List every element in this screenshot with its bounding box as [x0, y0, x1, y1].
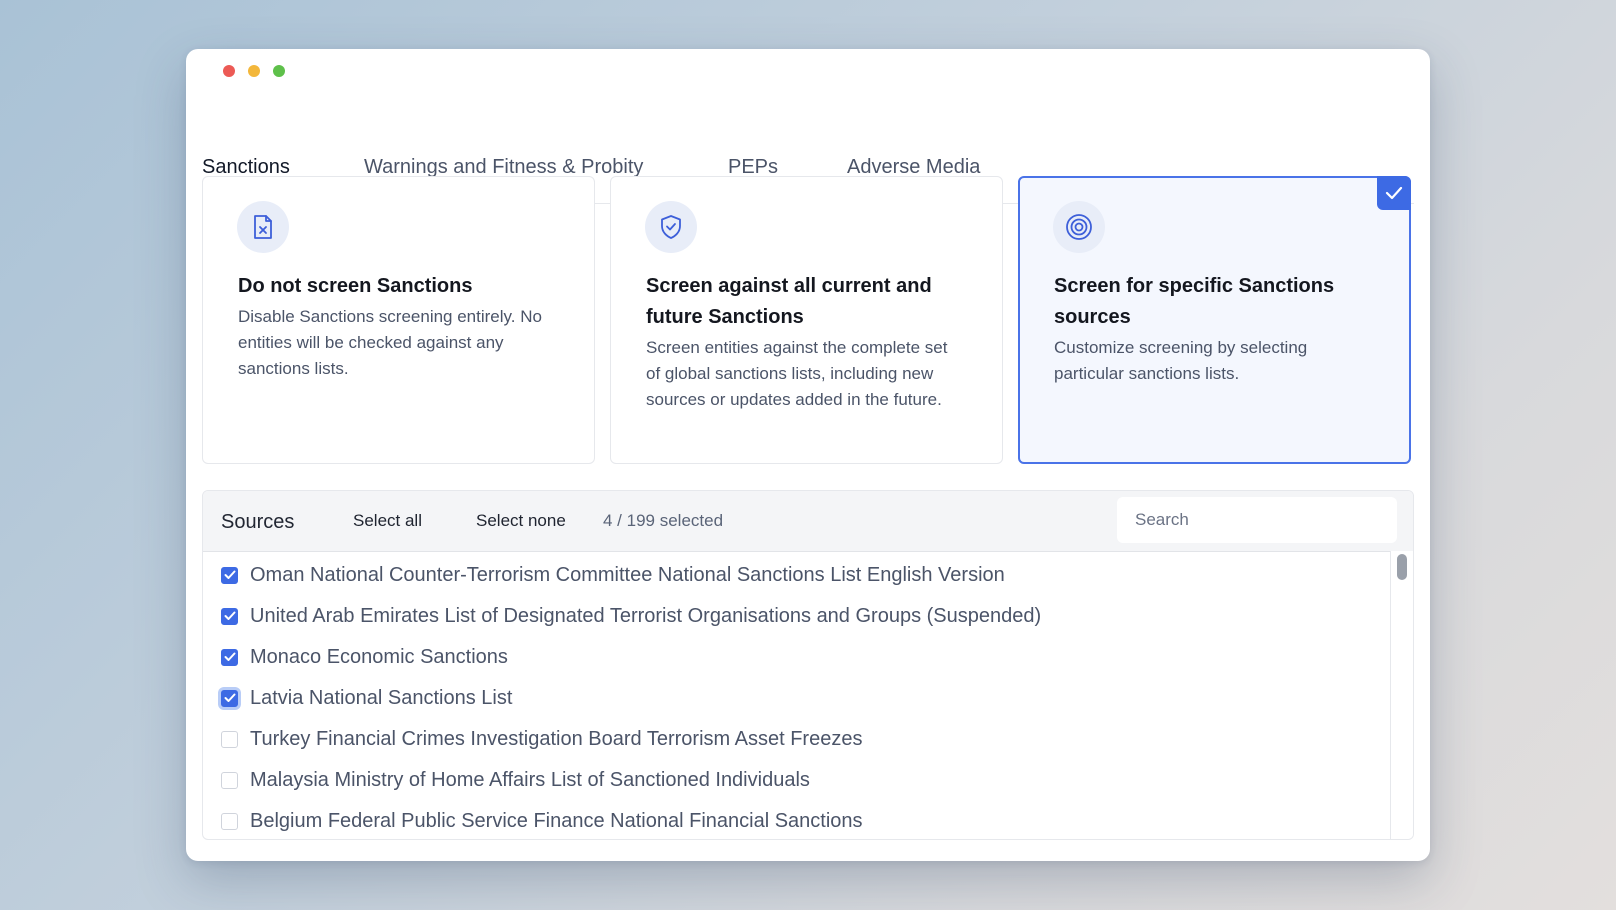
option-description: Screen entities against the complete set…: [646, 338, 948, 409]
list-item[interactable]: Malaysia Ministry of Home Affairs List o…: [221, 765, 810, 795]
selected-check-icon: [1377, 176, 1411, 210]
checkbox-unchecked[interactable]: [221, 812, 238, 830]
search-input[interactable]: [1117, 497, 1397, 543]
checkbox-unchecked[interactable]: [221, 771, 238, 789]
minimize-window-button[interactable]: [248, 65, 260, 77]
list-item[interactable]: Turkey Financial Crimes Investigation Bo…: [221, 724, 862, 754]
source-label: Monaco Economic Sanctions: [250, 645, 508, 668]
app-window: Sanctions Warnings and Fitness & Probity…: [186, 49, 1430, 861]
list-item[interactable]: United Arab Emirates List of Designated …: [221, 601, 1041, 631]
source-label: Malaysia Ministry of Home Affairs List o…: [250, 768, 810, 791]
source-label: Oman National Counter-Terrorism Committe…: [250, 563, 1005, 586]
option-card-do-not-screen[interactable]: Do not screen Sanctions Disable Sanction…: [202, 176, 595, 464]
window-controls: [223, 65, 285, 77]
close-window-button[interactable]: [223, 65, 235, 77]
option-card-screen-all[interactable]: Screen against all current and future Sa…: [610, 176, 1003, 464]
sources-panel: Sources Select all Select none 4 / 199 s…: [202, 490, 1414, 840]
sources-title: Sources: [221, 511, 295, 533]
option-title: Do not screen Sanctions Disable Sanction…: [238, 271, 558, 382]
source-label: Belgium Federal Public Service Finance N…: [250, 809, 863, 832]
checkbox-checked[interactable]: [221, 689, 238, 707]
maximize-window-button[interactable]: [273, 65, 285, 77]
option-title: Screen for specific Sanctions sources Cu…: [1054, 271, 1374, 387]
scrollbar-thumb[interactable]: [1397, 554, 1407, 580]
list-item[interactable]: Latvia National Sanctions List: [221, 683, 512, 713]
source-label: United Arab Emirates List of Designated …: [250, 604, 1042, 627]
shield-check-icon: [645, 201, 697, 253]
list-item[interactable]: Monaco Economic Sanctions: [221, 642, 508, 672]
select-none-button[interactable]: Select none: [476, 511, 566, 531]
sources-toolbar: Sources Select all Select none 4 / 199 s…: [203, 491, 1413, 552]
source-label: Latvia National Sanctions List: [250, 686, 513, 709]
list-item[interactable]: Belgium Federal Public Service Finance N…: [221, 806, 863, 836]
checkbox-unchecked[interactable]: [221, 730, 238, 748]
selection-count: 4 / 199 selected: [603, 511, 724, 530]
option-description: Customize screening by selecting particu…: [1054, 338, 1308, 383]
checkbox-checked[interactable]: [221, 607, 238, 625]
checkbox-checked[interactable]: [221, 648, 238, 666]
sources-list: Oman National Counter-Terrorism Committe…: [203, 551, 1391, 839]
select-all-button[interactable]: Select all: [353, 511, 422, 531]
target-icon: [1053, 201, 1105, 253]
option-description: Disable Sanctions screening entirely. No…: [238, 307, 542, 378]
checkbox-checked[interactable]: [221, 566, 238, 584]
file-x-icon: [237, 201, 289, 253]
option-card-specific-sources[interactable]: Screen for specific Sanctions sources Cu…: [1018, 176, 1411, 464]
list-item[interactable]: Oman National Counter-Terrorism Committe…: [221, 560, 1005, 590]
option-title: Screen against all current and future Sa…: [646, 271, 966, 413]
source-label: Turkey Financial Crimes Investigation Bo…: [250, 727, 863, 750]
scrollbar[interactable]: [1390, 551, 1413, 839]
